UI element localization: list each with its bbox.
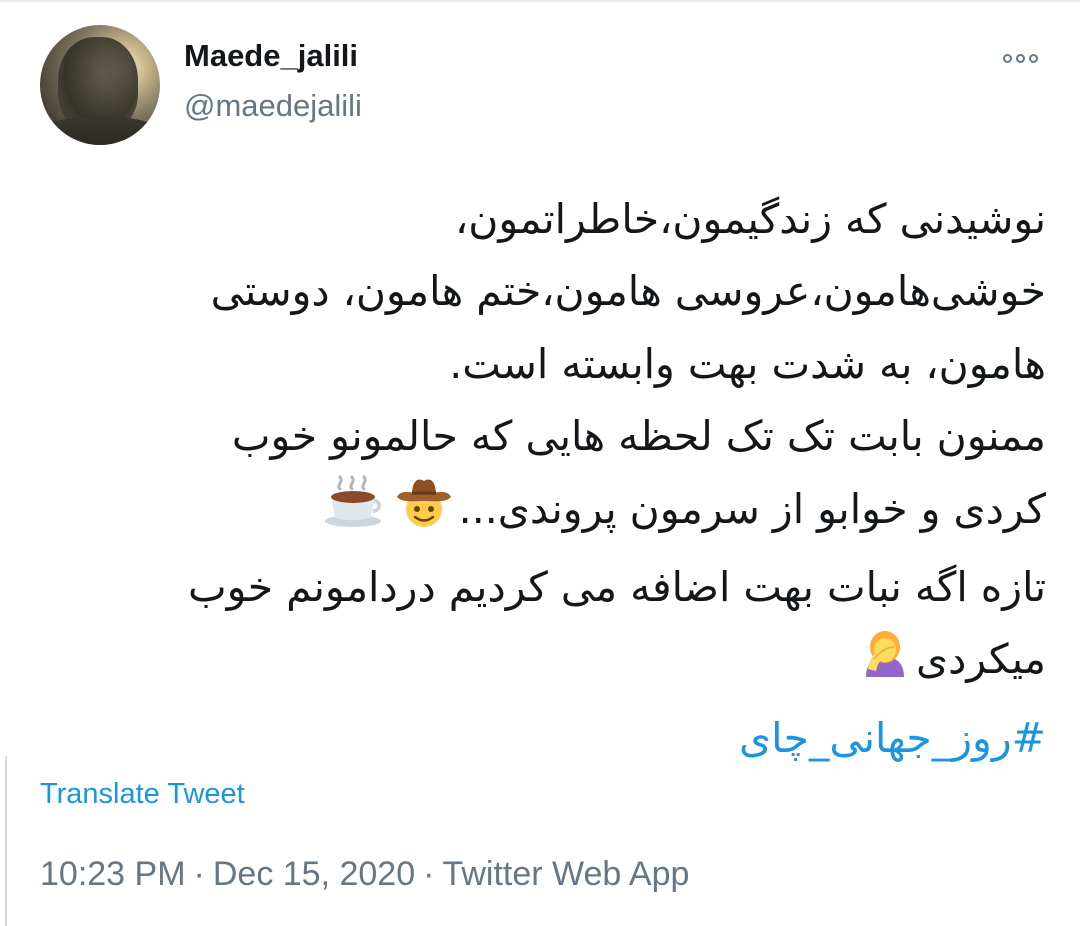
tweet-line: تازه اگه نبات بهت اضافه می کردیم دردامون… [188, 563, 1046, 612]
hashtag-link[interactable]: #روز_جهانی_چای [739, 714, 1046, 762]
tweet-date[interactable]: Dec 15, 2020 [213, 855, 415, 893]
tweet-line: ممنون بابت تک تک لحظه هایی که حالمونو خو… [231, 412, 1046, 461]
avatar-shoulder [40, 117, 160, 145]
tweet-text: نوشیدنی که زندگیمون،خاطراتمون، خوشی‌هامو… [40, 183, 1046, 774]
top-divider [0, 0, 1080, 2]
tweet-line: نوشیدنی که زندگیمون،خاطراتمون، [455, 195, 1046, 243]
translate-tweet-link[interactable]: Translate Tweet [40, 775, 245, 813]
thread-line [5, 756, 7, 926]
cowboy-face-emoji [395, 475, 453, 551]
more-dot-icon [1028, 53, 1038, 63]
author-handle[interactable]: @maedejalili [184, 86, 362, 126]
hashtag-line: #روز_جهانی_چای [40, 702, 1046, 774]
tweet-line-with-emojis: کردی و خوابو از سرمون پروندی... [40, 473, 1046, 551]
woman-facepalming-emoji [860, 625, 910, 701]
hot-beverage-emoji [323, 475, 383, 551]
tweet-line: میکردی [916, 635, 1046, 684]
meta-separator: · [193, 855, 205, 893]
more-dot-icon [1002, 53, 1012, 63]
tweet-time[interactable]: 10:23 PM [40, 855, 186, 893]
meta-separator: · [423, 855, 435, 893]
tweet-line: کردی و خوابو از سرمون پروندی... [458, 484, 1046, 533]
more-options-button[interactable] [996, 44, 1044, 72]
tweet-meta: 10:23 PM · Dec 15, 2020 · Twitter Web App [40, 852, 689, 896]
avatar[interactable] [40, 25, 160, 145]
tweet-line-with-emoji: میکردی [40, 623, 1046, 701]
tweet-source-link[interactable]: Twitter Web App [442, 855, 689, 893]
tweet-line: خوشی‌هامون،عروسی هامون،ختم هامون، دوستی [210, 267, 1046, 316]
more-dot-icon [1015, 53, 1025, 63]
tweet-line: هامون، به شدت بهت وابسته است. [449, 339, 1046, 388]
author-display-name[interactable]: Maede_jalili [184, 36, 358, 76]
